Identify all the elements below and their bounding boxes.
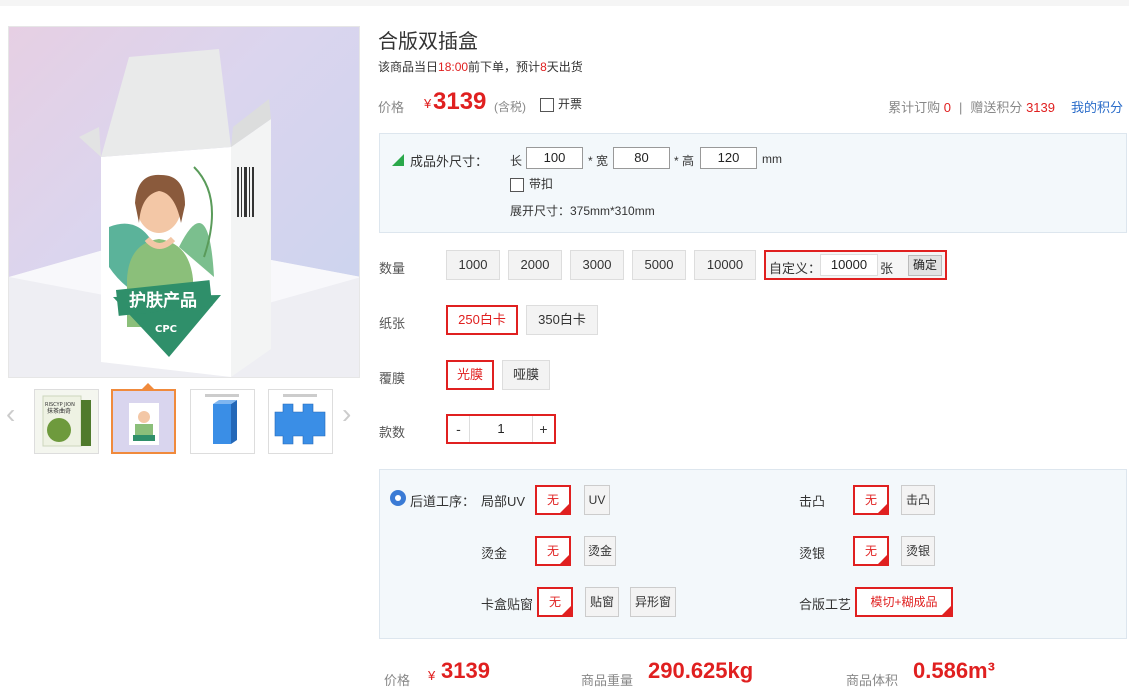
height-label: * 高 xyxy=(674,154,695,168)
thumbnail-3[interactable] xyxy=(190,389,255,454)
buckle-checkbox[interactable]: 带扣 xyxy=(510,175,553,192)
orders-count: 0 xyxy=(943,100,952,115)
thumbnail-4[interactable] xyxy=(268,389,333,454)
size-panel: 成品外尺寸： 长 100 * 宽 80 * 高 120 mm 带扣 展开尺寸：3… xyxy=(379,133,1127,233)
price-label: 价格 xyxy=(378,100,405,115)
checkbox-icon[interactable] xyxy=(510,177,524,192)
paper-option-250[interactable]: 250白卡 xyxy=(446,305,518,335)
window-patch-option[interactable]: 贴窗 xyxy=(585,587,619,617)
prev-thumb-arrow[interactable]: ‹ xyxy=(6,400,15,428)
box-brand-text: 护肤产品 xyxy=(129,290,197,311)
next-thumb-arrow[interactable]: › xyxy=(342,400,351,428)
width-label: * 宽 xyxy=(588,154,609,168)
quantity-option-10000[interactable]: 10000 xyxy=(694,250,756,280)
custom-quantity-label: 自定义： xyxy=(769,261,822,276)
thumb1-line2: 抹茶曲奇 xyxy=(47,407,71,415)
triangle-icon xyxy=(392,154,404,166)
shipping-days: 8 xyxy=(540,60,547,74)
quantity-label: 数量 xyxy=(379,261,406,276)
summary-price-label: 价格 xyxy=(384,673,411,688)
silver-foil-none-option[interactable]: 无 xyxy=(853,536,889,566)
length-label: 长 xyxy=(510,154,523,168)
product-title: 合版双插盒 xyxy=(378,31,478,53)
styles-stepper: - 1 + xyxy=(446,414,556,444)
custom-quantity-unit: 张 xyxy=(880,261,894,276)
tax-note: (含税) xyxy=(494,100,526,114)
length-input[interactable]: 100 xyxy=(526,147,583,169)
price-currency: ¥ xyxy=(424,96,432,111)
styles-count-input[interactable]: 1 xyxy=(471,416,531,442)
summary-weight-label: 商品重量 xyxy=(581,673,634,688)
price-row: 价格 ¥ 3139 (含税) 开票 累计订购 0 | 赠送积分 3139 我的积分 xyxy=(378,88,1123,118)
thumbnail-1[interactable]: RISCYP JION 抹茶曲奇 xyxy=(34,389,99,454)
summary-volume-value: 0.586m³ xyxy=(913,658,995,683)
embossing-option[interactable]: 击凸 xyxy=(901,485,935,515)
summary-volume-label: 商品体积 xyxy=(846,673,899,688)
custom-quantity-input[interactable]: 10000 xyxy=(820,254,878,276)
decrement-button[interactable]: - xyxy=(448,416,470,442)
local-uv-none-option[interactable]: 无 xyxy=(535,485,571,515)
gang-process-label: 合版工艺 xyxy=(799,597,852,612)
silver-foil-label: 烫银 xyxy=(799,546,826,561)
quantity-option-5000[interactable]: 5000 xyxy=(632,250,686,280)
box-illustration: 护肤产品 CPC xyxy=(9,49,359,377)
invoice-checkbox[interactable]: 开票 xyxy=(540,95,582,112)
gear-icon xyxy=(390,490,406,506)
summary-currency: ¥ xyxy=(428,668,436,683)
increment-button[interactable]: + xyxy=(532,416,554,442)
post-process-panel: 后道工序： 局部UV 无 UV 击凸 无 击凸 烫金 无 烫金 烫银 无 烫银 … xyxy=(379,469,1127,639)
paper-option-350[interactable]: 350白卡 xyxy=(526,305,598,335)
checkbox-icon[interactable] xyxy=(540,97,554,112)
unfold-size: 展开尺寸：375mm*310mm xyxy=(510,204,655,218)
window-patch-label: 卡盒贴窗 xyxy=(481,597,534,612)
height-input[interactable]: 120 xyxy=(700,147,757,169)
size-label: 成品外尺寸： xyxy=(410,154,489,169)
quantity-option-2000[interactable]: 2000 xyxy=(508,250,562,280)
summary-weight-value: 290.625kg xyxy=(648,658,754,683)
lamination-option-gloss[interactable]: 光膜 xyxy=(446,360,494,390)
product-main-image: 护肤产品 CPC xyxy=(8,26,360,378)
quantity-option-1000[interactable]: 1000 xyxy=(446,250,500,280)
local-uv-label: 局部UV xyxy=(481,494,526,509)
lamination-option-matte[interactable]: 哑膜 xyxy=(502,360,550,390)
order-stats: 累计订购 0 | 赠送积分 3139 我的积分 xyxy=(888,100,1123,115)
post-process-title: 后道工序： xyxy=(410,494,476,509)
quantity-option-3000[interactable]: 3000 xyxy=(570,250,624,280)
summary-price-value: 3139 xyxy=(441,658,490,683)
box-sub-text: CPC xyxy=(155,324,177,335)
points-value: 3139 xyxy=(1026,100,1055,115)
embossing-none-option[interactable]: 无 xyxy=(853,485,889,515)
gold-foil-option[interactable]: 烫金 xyxy=(584,536,616,566)
my-points-link[interactable]: 我的积分 xyxy=(1071,100,1123,115)
window-patch-none-option[interactable]: 无 xyxy=(537,587,573,617)
thumbnail-2[interactable] xyxy=(111,389,176,454)
paper-label: 纸张 xyxy=(379,316,406,331)
confirm-button[interactable]: 确定 xyxy=(908,255,942,276)
gold-foil-none-option[interactable]: 无 xyxy=(535,536,571,566)
custom-quantity: 自定义： 10000 张 确定 xyxy=(764,250,947,280)
shipping-cutoff: 18:00 xyxy=(438,60,469,74)
price-amount: 3139 xyxy=(433,88,487,115)
width-input[interactable]: 80 xyxy=(613,147,670,169)
embossing-label: 击凸 xyxy=(799,494,826,509)
lamination-label: 覆膜 xyxy=(379,371,406,386)
silver-foil-option[interactable]: 烫银 xyxy=(901,536,935,566)
size-unit: mm xyxy=(762,152,782,166)
top-divider xyxy=(0,0,1129,6)
styles-label: 款数 xyxy=(379,425,406,440)
die-cut-glue-option[interactable]: 模切+糊成品 xyxy=(855,587,953,617)
local-uv-option[interactable]: UV xyxy=(584,485,610,515)
shaped-window-option[interactable]: 异形窗 xyxy=(630,587,676,617)
gold-foil-label: 烫金 xyxy=(481,546,508,561)
shipping-note: 该商品当日18:00前下单，预计8天出货 xyxy=(378,60,583,74)
